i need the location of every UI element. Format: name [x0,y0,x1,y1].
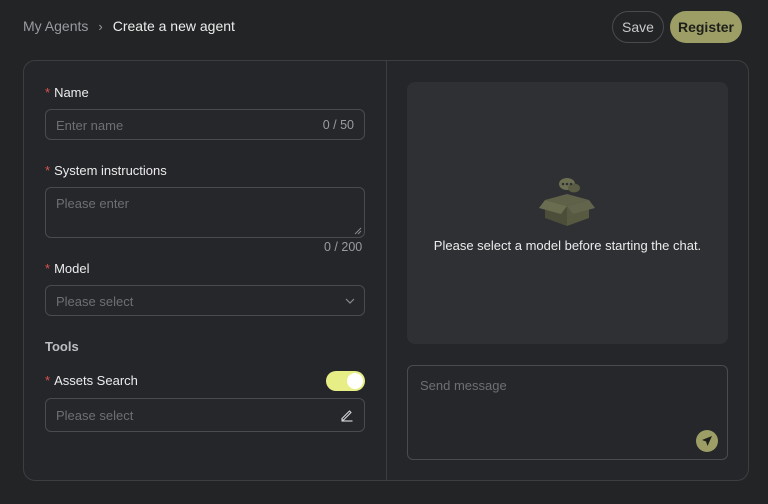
chevron-down-icon [345,298,355,304]
model-select[interactable]: Please select [45,285,365,316]
name-label: * Name [45,85,89,100]
assets-search-label: * Assets Search [45,373,138,388]
message-placeholder: Send message [420,378,507,393]
message-input[interactable]: Send message [407,365,728,460]
instructions-label: * System instructions [45,163,167,178]
chevron-right-icon: › [98,18,103,34]
breadcrumb-current: Create a new agent [112,18,235,34]
resize-handle-icon[interactable] [354,227,362,235]
chat-preview-area: Please select a model before starting th… [407,82,728,344]
agent-editor-panel: * Name Enter name 0 / 50 * System instruct… [23,60,749,481]
top-bar: My Agents › Create a new agent Save Regi… [0,0,768,56]
name-input[interactable]: Enter name 0 / 50 [45,109,365,140]
box-chat-icon [539,178,595,226]
toggle-knob [347,373,363,389]
breadcrumb: My Agents › Create a new agent [23,18,235,34]
assets-search-toggle[interactable] [326,371,365,391]
chat-empty-message: Please select a model before starting th… [433,238,702,253]
pencil-icon[interactable] [340,408,354,422]
send-button[interactable] [696,430,718,452]
required-mark: * [45,261,51,276]
model-label: * Model [45,261,90,276]
required-mark: * [45,163,51,178]
instructions-placeholder: Please enter [56,196,129,211]
required-mark: * [45,85,51,100]
panel-divider [386,61,387,480]
instructions-char-counter: 0 / 200 [324,240,363,254]
register-button[interactable]: Register [670,11,742,43]
required-mark: * [45,373,51,388]
save-button[interactable]: Save [612,11,664,43]
instructions-textarea[interactable]: Please enter [45,187,365,238]
name-char-counter: 0 / 50 [322,118,354,132]
breadcrumb-my-agents[interactable]: My Agents [23,18,88,34]
assets-search-select[interactable]: Please select [45,398,365,432]
name-placeholder: Enter name [56,118,124,133]
tools-heading: Tools [45,339,79,354]
model-placeholder: Please select [56,294,134,309]
send-icon [702,436,712,446]
assets-search-placeholder: Please select [56,408,134,423]
